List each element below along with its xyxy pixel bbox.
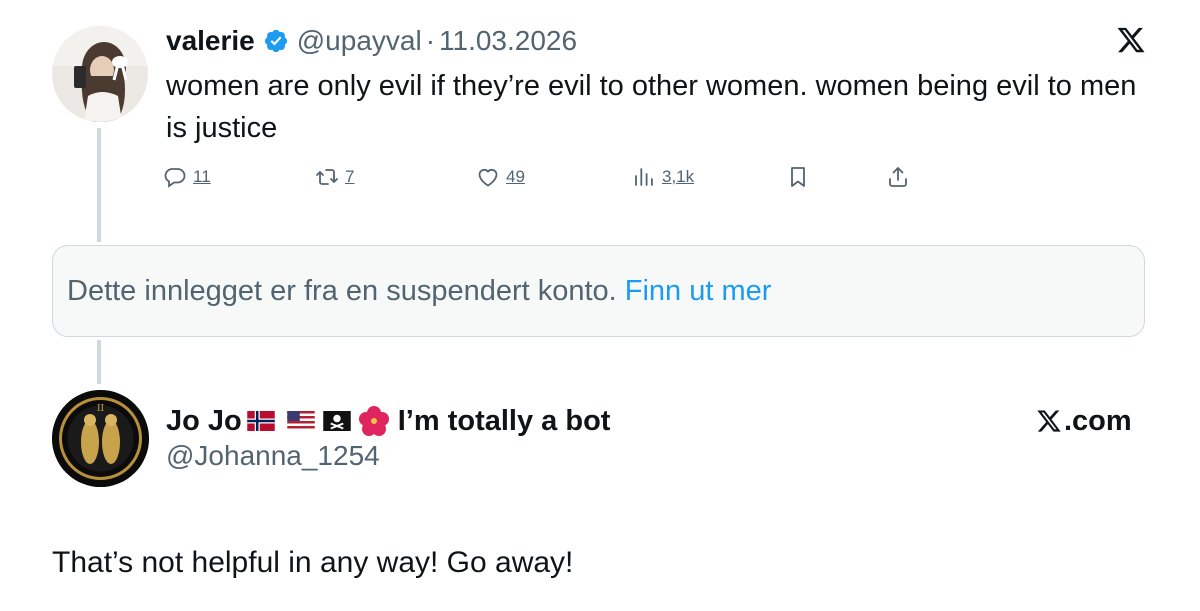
reply-button[interactable]: 11 bbox=[163, 162, 211, 192]
tweet-text: women are only evil if they’re evil to o… bbox=[166, 70, 1137, 144]
x-logo-icon bbox=[1037, 410, 1061, 432]
x-com-source[interactable]: .com bbox=[1036, 402, 1132, 440]
suspended-account-notice: Dette innlegget er fra en suspendert kon… bbox=[52, 245, 1145, 337]
reply-avatar-image: II bbox=[52, 390, 149, 487]
repost-count: 7 bbox=[345, 167, 355, 186]
views-icon bbox=[635, 168, 653, 186]
tweet-header: valerie @upayval · 11.03.2026 bbox=[166, 22, 577, 60]
like-count: 49 bbox=[506, 167, 525, 186]
verified-badge-icon bbox=[264, 29, 287, 53]
reply-header: Jo Jo I’m totally a bot bbox=[166, 402, 610, 440]
views-count: 3,1k bbox=[662, 167, 695, 186]
like-icon bbox=[478, 169, 498, 187]
views-button[interactable]: 3,1k bbox=[632, 162, 694, 192]
hibiscus-icon bbox=[358, 406, 389, 436]
avatar[interactable] bbox=[52, 26, 148, 122]
x-logo-icon[interactable] bbox=[1116, 25, 1146, 55]
avatar-photo bbox=[52, 26, 148, 122]
like-button[interactable]: 49 bbox=[476, 162, 525, 192]
us-flag-icon bbox=[287, 411, 315, 431]
repost-icon bbox=[316, 169, 338, 185]
reply-count: 11 bbox=[193, 167, 211, 186]
author-name[interactable]: valerie bbox=[166, 25, 255, 57]
tweet-date[interactable]: 11.03.2026 bbox=[439, 25, 577, 57]
x-com-label: .com bbox=[1064, 404, 1132, 437]
author-handle[interactable]: @upayval bbox=[297, 25, 422, 57]
suspended-notice-text: Dette innlegget er fra en suspendert kon… bbox=[67, 274, 617, 307]
learn-more-link[interactable]: Finn ut mer bbox=[625, 275, 772, 308]
share-button[interactable] bbox=[886, 162, 910, 192]
bookmark-button[interactable] bbox=[786, 162, 810, 192]
norway-flag-icon bbox=[247, 411, 275, 431]
reply-author-name-suffix[interactable]: I’m totally a bot bbox=[398, 405, 611, 438]
share-icon bbox=[889, 167, 907, 187]
bookmark-icon bbox=[791, 167, 805, 187]
separator-dot: · bbox=[425, 25, 436, 56]
tweet-actions: 11 7 49 3,1k bbox=[163, 162, 923, 192]
reply-author-name[interactable]: Jo Jo bbox=[166, 405, 242, 438]
reply-author-handle[interactable]: @Johanna_1254 bbox=[166, 440, 380, 472]
repost-button[interactable]: 7 bbox=[315, 162, 354, 192]
reply-icon bbox=[164, 168, 186, 188]
pirate-flag-icon bbox=[323, 411, 351, 431]
thread-line-top bbox=[97, 128, 101, 242]
thread-line-bottom bbox=[97, 340, 101, 384]
svg-text:II: II bbox=[97, 404, 105, 414]
reply-text: That’s not helpful in any way! Go away! bbox=[52, 546, 574, 579]
reply-avatar[interactable]: II bbox=[52, 390, 149, 487]
